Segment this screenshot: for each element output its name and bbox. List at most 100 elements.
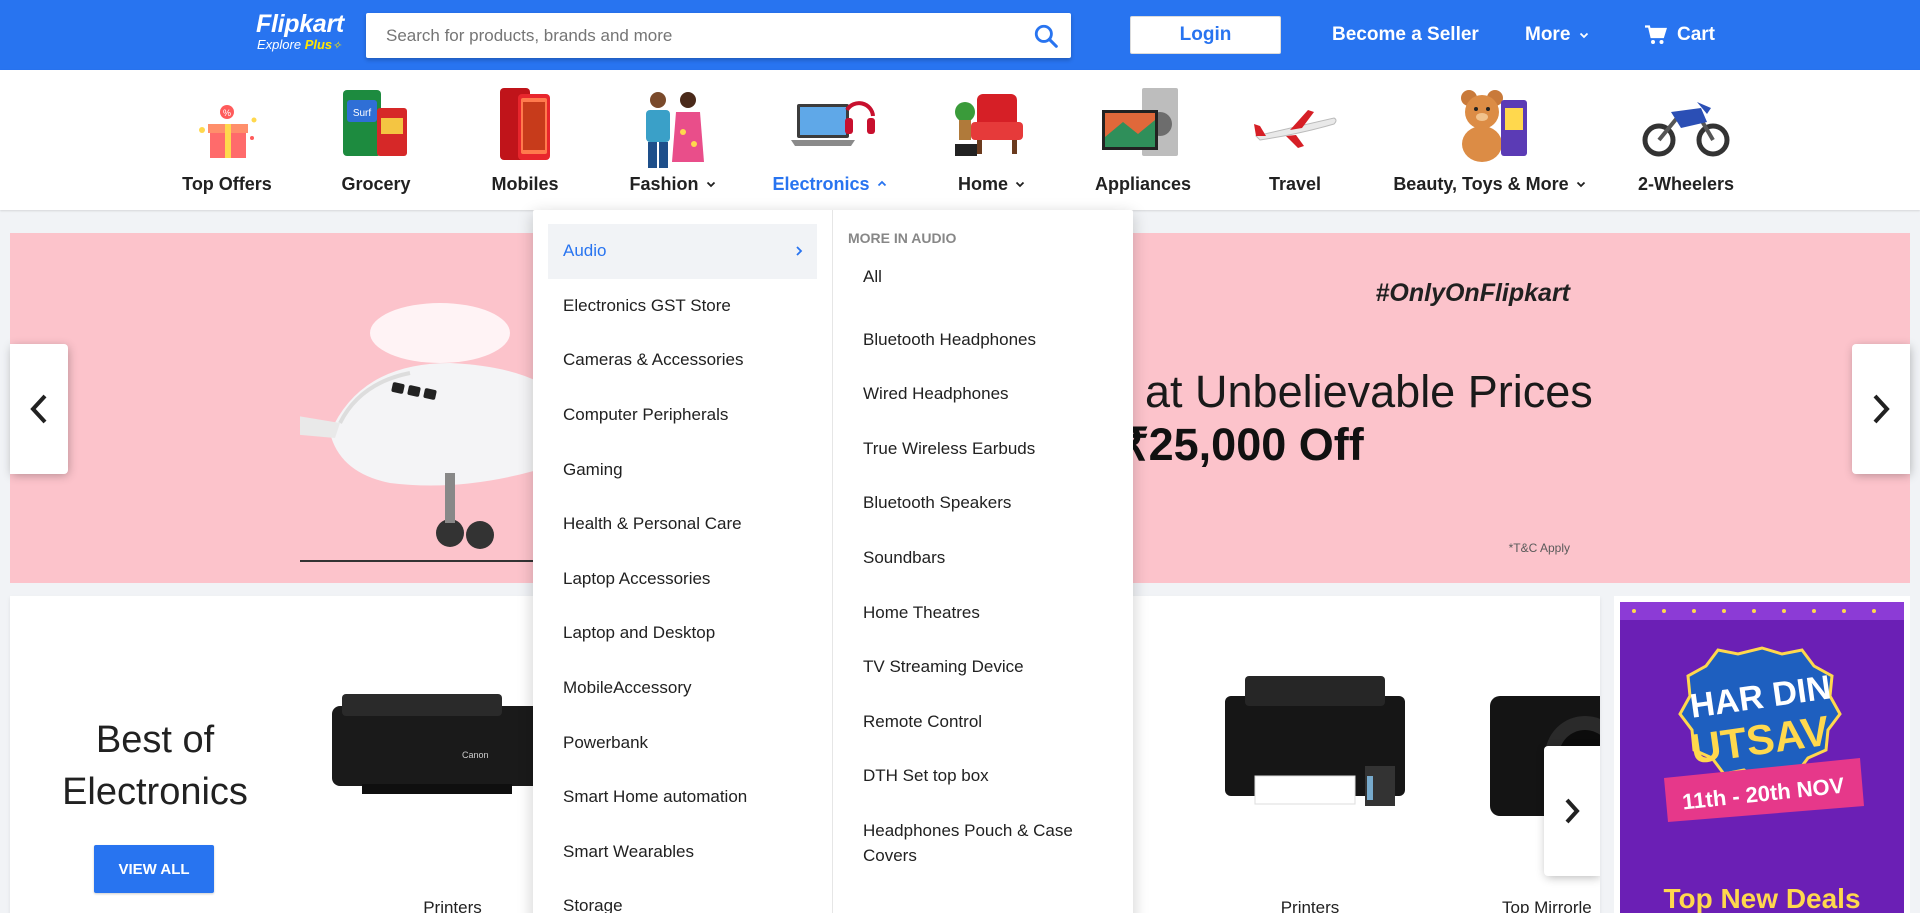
category-label: Grocery xyxy=(341,174,411,194)
dropdown-item[interactable]: Gaming xyxy=(548,442,817,497)
product-name: Printers xyxy=(1280,898,1340,913)
category-mobiles[interactable]: Mobiles xyxy=(480,70,570,210)
banner-tag: #OnlyOnFlipkart xyxy=(1375,279,1570,307)
dropdown-item[interactable]: Electronics GST Store xyxy=(548,279,817,334)
category-travel[interactable]: Travel xyxy=(1250,70,1340,210)
chevron-down-icon xyxy=(1576,181,1585,188)
dropdown-item[interactable]: MobileAccessory xyxy=(548,661,817,716)
cart-link[interactable]: Cart xyxy=(1645,22,1715,48)
dropdown-item-label: Audio xyxy=(563,241,607,261)
electronics-dropdown: Audio Electronics GST Store Cameras & Ac… xyxy=(533,210,1133,913)
search-input[interactable] xyxy=(366,13,1006,58)
dropdown-item[interactable]: Health & Personal Care xyxy=(548,497,817,552)
dropdown-item[interactable]: Computer Peripherals xyxy=(548,388,817,443)
category-top-offers[interactable]: % Top Offers xyxy=(182,70,272,210)
subcategory-item[interactable]: Home Theatres xyxy=(848,586,1133,641)
dropdown-subcategory-list: MORE IN AUDIO All Bluetooth Headphones W… xyxy=(848,210,1133,868)
subcategory-item[interactable]: TV Streaming Device xyxy=(848,640,1133,695)
chevron-right-icon xyxy=(1873,394,1890,424)
cart-label: Cart xyxy=(1677,24,1716,45)
category-label: Mobiles xyxy=(491,174,559,194)
category-fashion[interactable]: Fashion xyxy=(628,70,718,210)
become-seller-link[interactable]: Become a Seller xyxy=(1332,22,1479,48)
category-electronics[interactable]: Electronics xyxy=(772,70,886,210)
subcategory-item[interactable]: DTH Set top box xyxy=(848,749,1133,804)
flipkart-logo[interactable]: Flipkart Explore Plus✧ xyxy=(256,10,344,53)
printer-image xyxy=(1225,676,1405,806)
view-all-button[interactable]: VIEW ALL xyxy=(94,845,214,893)
grocery-icon: Surf xyxy=(343,90,407,156)
category-appliances[interactable]: Appliances xyxy=(1095,70,1191,210)
electronics-icon xyxy=(791,101,875,146)
category-bar: % Top Offers Surf Grocery Mobiles Fashio… xyxy=(0,70,1920,210)
cart-icon xyxy=(1645,25,1667,44)
banner-offer: ₹25,000 Off xyxy=(1120,419,1364,470)
more-label: More xyxy=(1525,24,1571,45)
category-label: Fashion xyxy=(629,173,716,195)
chevron-up-icon xyxy=(877,180,886,187)
more-menu[interactable]: More xyxy=(1525,22,1590,48)
airplane-icon xyxy=(1254,110,1337,148)
dropdown-item[interactable]: Smart Home automation xyxy=(548,770,817,825)
category-2-wheelers[interactable]: 2-Wheelers xyxy=(1637,70,1735,210)
subcategory-item[interactable]: Bluetooth Headphones xyxy=(848,313,1133,368)
gift-icon: % xyxy=(199,105,257,158)
category-label: Beauty, Toys & More xyxy=(1393,173,1586,195)
category-label: Travel xyxy=(1268,174,1322,194)
armchair-icon xyxy=(955,94,1023,156)
category-label: 2-Wheelers xyxy=(1637,174,1735,194)
dropdown-item[interactable]: Smart Wearables xyxy=(548,825,817,880)
subcategory-item[interactable]: Bluetooth Speakers xyxy=(848,476,1133,531)
fashion-icon xyxy=(646,92,704,168)
plus-icon: ✧ xyxy=(332,40,342,52)
ad-footer: Top New Deals xyxy=(1663,883,1860,913)
search-bar xyxy=(366,13,1071,58)
search-icon[interactable] xyxy=(1033,23,1059,49)
dropdown-item[interactable]: Laptop Accessories xyxy=(548,552,817,607)
banner-tnc: *T&C Apply xyxy=(1508,541,1570,555)
teddy-bear-icon xyxy=(1461,90,1527,162)
banner-prev-button[interactable] xyxy=(10,344,68,474)
subcategory-item[interactable]: Soundbars xyxy=(848,531,1133,586)
carousel-next-button[interactable] xyxy=(1544,746,1600,876)
category-home[interactable]: Home xyxy=(947,70,1037,210)
product-name: Top Mirrorle xyxy=(1502,898,1592,913)
chevron-right-icon xyxy=(1565,798,1580,824)
dropdown-item[interactable]: Storage xyxy=(548,879,817,913)
subcategory-item[interactable]: True Wireless Earbuds xyxy=(848,422,1133,477)
svg-text:Surf: Surf xyxy=(353,108,372,119)
chevron-left-icon xyxy=(30,394,47,424)
dropdown-item[interactable]: Powerbank xyxy=(548,715,817,770)
subcategory-heading: MORE IN AUDIO xyxy=(848,230,957,246)
dropdown-item[interactable]: Cameras & Accessories xyxy=(548,333,817,388)
product-card[interactable]: Printers xyxy=(1185,596,1435,913)
subcategory-item[interactable]: Remote Control xyxy=(848,695,1133,750)
chevron-down-icon xyxy=(1580,32,1589,39)
category-label: Home xyxy=(958,173,1026,195)
section-title: Best of Electronics xyxy=(62,719,248,813)
har-din-utsav-ad[interactable]: HAR DIN UTSAV 11th - 20th NOV Top New De… xyxy=(1614,596,1910,913)
chevron-down-icon xyxy=(706,181,715,188)
dropdown-item[interactable]: Laptop and Desktop xyxy=(548,606,817,661)
motorcycle-icon xyxy=(1642,102,1730,157)
subcategory-item[interactable]: Headphones Pouch & Case Covers xyxy=(848,804,1133,868)
har-din-utsav-banner: HAR DIN UTSAV 11th - 20th NOV Top New De… xyxy=(1620,602,1904,913)
login-button[interactable]: Login xyxy=(1130,16,1281,54)
chevron-down-icon xyxy=(1015,181,1025,188)
banner-headline: s at Unbelievable Prices xyxy=(1110,366,1593,417)
logo-tagline: Explore Plus✧ xyxy=(257,37,342,53)
logo-name: Flipkart xyxy=(256,10,344,38)
dropdown-category-list: Audio Electronics GST Store Cameras & Ac… xyxy=(533,210,833,913)
category-label: Electronics xyxy=(772,173,887,195)
dropdown-item-audio[interactable]: Audio xyxy=(548,224,817,279)
subcategory-item[interactable]: All xyxy=(848,258,1133,313)
svg-text:%: % xyxy=(223,108,231,118)
category-grocery[interactable]: Surf Grocery xyxy=(331,70,421,210)
svg-text:Canon: Canon xyxy=(462,750,489,760)
appliances-icon xyxy=(1102,88,1178,156)
banner-next-button[interactable] xyxy=(1852,344,1910,474)
subcategory-item[interactable]: Wired Headphones xyxy=(848,367,1133,422)
category-beauty-toys[interactable]: Beauty, Toys & More xyxy=(1393,70,1585,210)
chevron-right-icon xyxy=(796,246,803,256)
top-header: Flipkart Explore Plus✧ Login Become a Se… xyxy=(0,0,1920,70)
